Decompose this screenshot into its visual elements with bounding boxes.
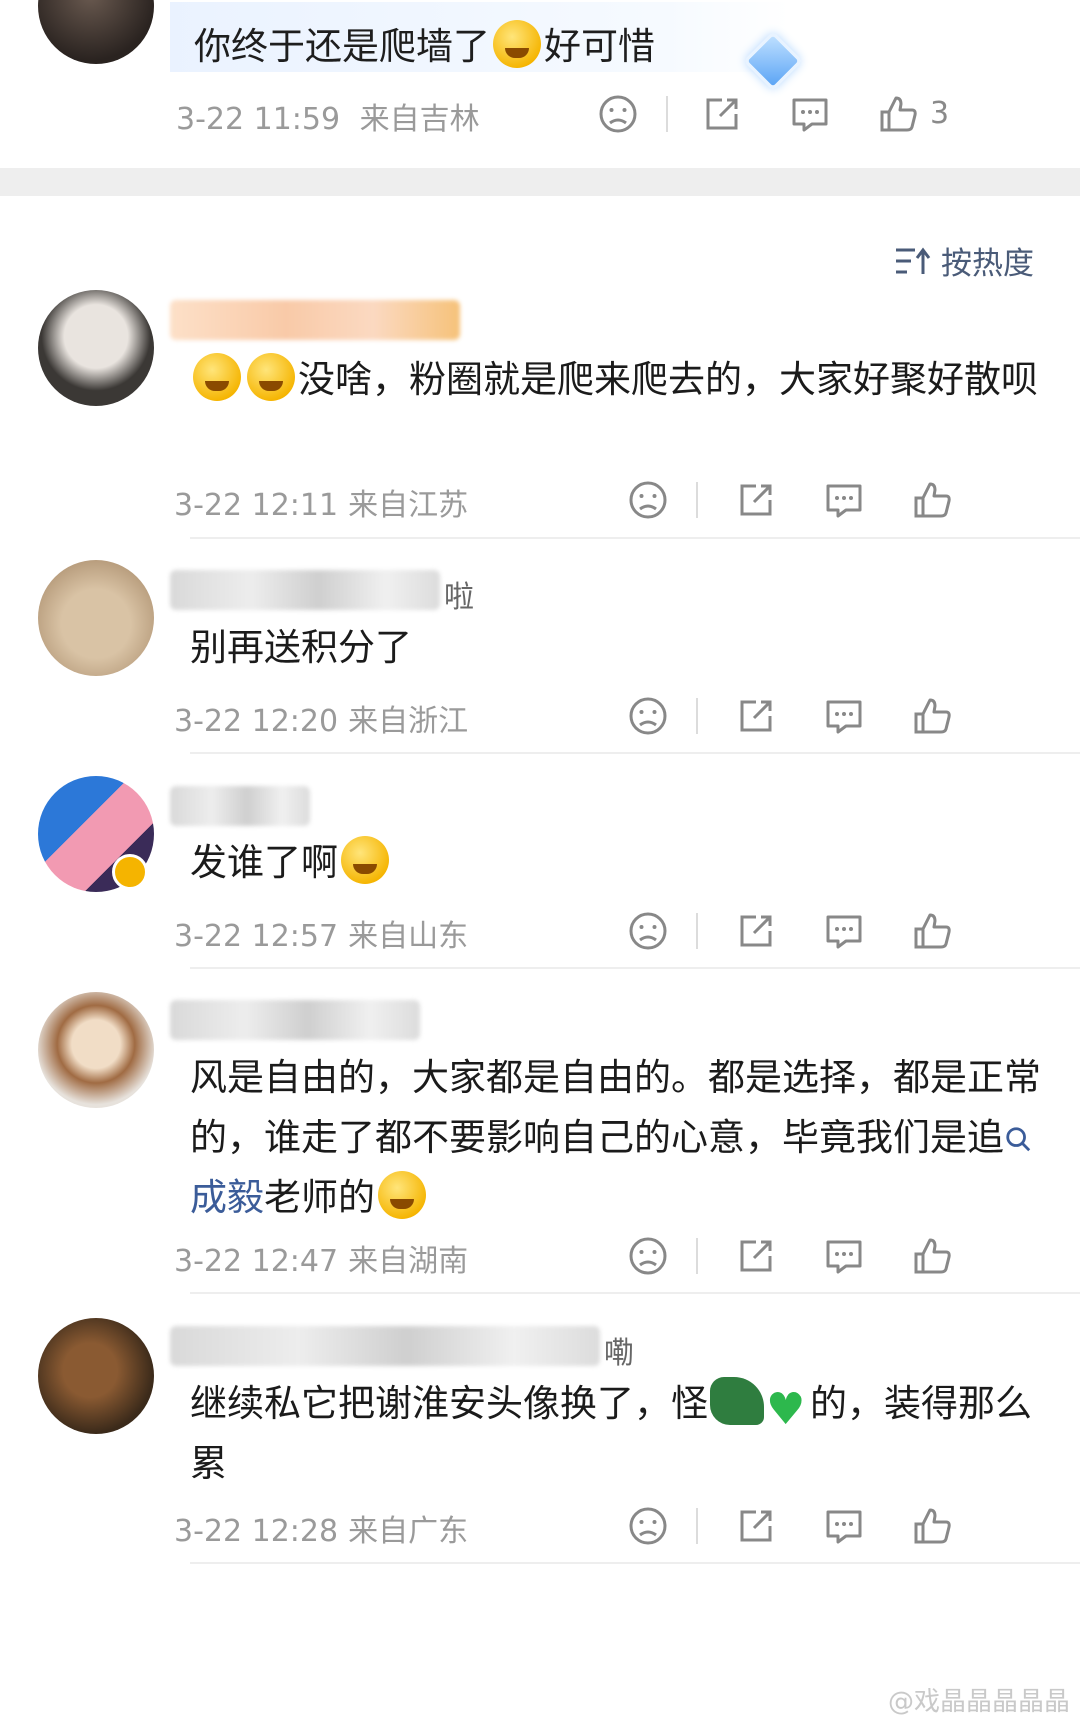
emoji-icon bbox=[341, 836, 389, 884]
top-post: 你终于还是爬墙了 好可惜 3-22 11:59 来自吉林 3 bbox=[0, 0, 1080, 168]
like-icon[interactable] bbox=[876, 92, 920, 136]
watermark: @戏晶晶晶晶晶 bbox=[887, 1687, 1070, 1717]
sort-toggle[interactable]: 按热度 bbox=[893, 238, 1034, 283]
like-icon[interactable] bbox=[910, 909, 954, 953]
comment-text: 别再送积分了 bbox=[190, 618, 1050, 678]
crocodile-icon bbox=[710, 1377, 764, 1425]
comment-actions bbox=[0, 909, 1080, 959]
share-icon[interactable] bbox=[734, 694, 778, 738]
comment-text: 发谁了啊 bbox=[190, 833, 1050, 893]
topic-link-label: 成毅 bbox=[190, 1176, 264, 1219]
green-heart-icon: ♥ bbox=[766, 1384, 806, 1435]
comment-icon[interactable] bbox=[822, 694, 866, 738]
comment-icon[interactable] bbox=[822, 1504, 866, 1548]
avatar[interactable] bbox=[38, 560, 154, 676]
avatar[interactable] bbox=[38, 992, 154, 1108]
comment-text-segment: 没啥，粉圈就是爬来爬去的，大家好聚好散呗 bbox=[298, 358, 1038, 401]
search-icon bbox=[1004, 1116, 1036, 1159]
username-blurred[interactable] bbox=[170, 300, 460, 340]
comment-text-segment: 继续私它把谢淮安头像换了，怪 bbox=[190, 1382, 708, 1425]
top-post-text: 你终于还是爬墙了 好可惜 bbox=[194, 16, 655, 70]
sort-label: 按热度 bbox=[941, 246, 1034, 282]
like-icon[interactable] bbox=[910, 478, 954, 522]
dislike-icon[interactable] bbox=[626, 909, 670, 953]
dislike-icon[interactable] bbox=[626, 1504, 670, 1548]
share-icon[interactable] bbox=[734, 1234, 778, 1278]
comment-actions bbox=[0, 478, 1080, 528]
top-post-text-after: 好可惜 bbox=[544, 25, 655, 68]
avatar[interactable] bbox=[38, 1318, 154, 1434]
section-divider bbox=[0, 168, 1080, 196]
comment-icon[interactable] bbox=[822, 1234, 866, 1278]
dislike-icon[interactable] bbox=[626, 478, 670, 522]
action-separator bbox=[696, 1238, 698, 1274]
top-post-bubble: 你终于还是爬墙了 好可惜 bbox=[170, 2, 790, 72]
comment-divider bbox=[190, 967, 1080, 969]
dislike-icon[interactable] bbox=[626, 1234, 670, 1278]
share-icon[interactable] bbox=[734, 1504, 778, 1548]
comment-divider bbox=[190, 537, 1080, 539]
action-separator bbox=[666, 96, 668, 132]
action-separator bbox=[696, 698, 698, 734]
comment-text-segment: 发谁了啊 bbox=[190, 841, 338, 884]
username-blurred[interactable] bbox=[170, 1326, 600, 1366]
comment-text-segment: 老师的 bbox=[264, 1176, 375, 1219]
action-separator bbox=[696, 913, 698, 949]
dislike-icon[interactable] bbox=[596, 92, 640, 136]
username-blurred[interactable] bbox=[170, 1000, 420, 1040]
comment-divider bbox=[190, 752, 1080, 754]
comment-divider bbox=[190, 1292, 1080, 1294]
comment-divider bbox=[190, 1562, 1080, 1564]
share-icon[interactable] bbox=[734, 478, 778, 522]
comment-icon[interactable] bbox=[788, 92, 832, 136]
like-icon[interactable] bbox=[910, 1504, 954, 1548]
comment-text-segment: 别再送积分了 bbox=[190, 626, 412, 669]
emoji-icon bbox=[378, 1171, 426, 1219]
comment-actions bbox=[0, 694, 1080, 744]
username-visible-fragment: 啦 bbox=[444, 580, 474, 615]
action-separator bbox=[696, 482, 698, 518]
comment-text: 没啥，粉圈就是爬来爬去的，大家好聚好散呗 bbox=[190, 350, 1050, 410]
comment-text-segment: 风是自由的，大家都是自由的。都是选择，都是正常的，谁走了都不要影响自己的心意，毕… bbox=[190, 1056, 1041, 1159]
verified-badge-icon bbox=[112, 854, 148, 890]
crying-emoji-icon bbox=[493, 20, 541, 68]
share-icon[interactable] bbox=[700, 92, 744, 136]
like-count: 3 bbox=[930, 96, 950, 131]
username-blurred[interactable] bbox=[170, 786, 310, 826]
like-icon[interactable] bbox=[910, 1234, 954, 1278]
action-separator bbox=[696, 1508, 698, 1544]
emoji-icon bbox=[247, 353, 295, 401]
top-post-text-before: 你终于还是爬墙了 bbox=[194, 25, 490, 68]
avatar[interactable] bbox=[38, 290, 154, 406]
comment-icon[interactable] bbox=[822, 909, 866, 953]
avatar[interactable] bbox=[38, 0, 154, 64]
share-icon[interactable] bbox=[734, 909, 778, 953]
like-icon[interactable] bbox=[910, 694, 954, 738]
sort-icon bbox=[896, 247, 931, 274]
comment-text: 风是自由的，大家都是自由的。都是选择，都是正常的，谁走了都不要影响自己的心意，毕… bbox=[190, 1048, 1050, 1228]
comment-icon[interactable] bbox=[822, 478, 866, 522]
username-blurred[interactable] bbox=[170, 570, 440, 610]
dislike-icon[interactable] bbox=[626, 694, 670, 738]
emoji-icon bbox=[193, 353, 241, 401]
username-visible-fragment: 嘞 bbox=[604, 1336, 634, 1371]
comment-actions bbox=[0, 1234, 1080, 1284]
comment-text: 继续私它把谢淮安头像换了，怪 ♥ 的，装得那么累 bbox=[190, 1374, 1050, 1494]
top-post-actions: 3 bbox=[0, 92, 1080, 142]
comment-actions bbox=[0, 1504, 1080, 1554]
